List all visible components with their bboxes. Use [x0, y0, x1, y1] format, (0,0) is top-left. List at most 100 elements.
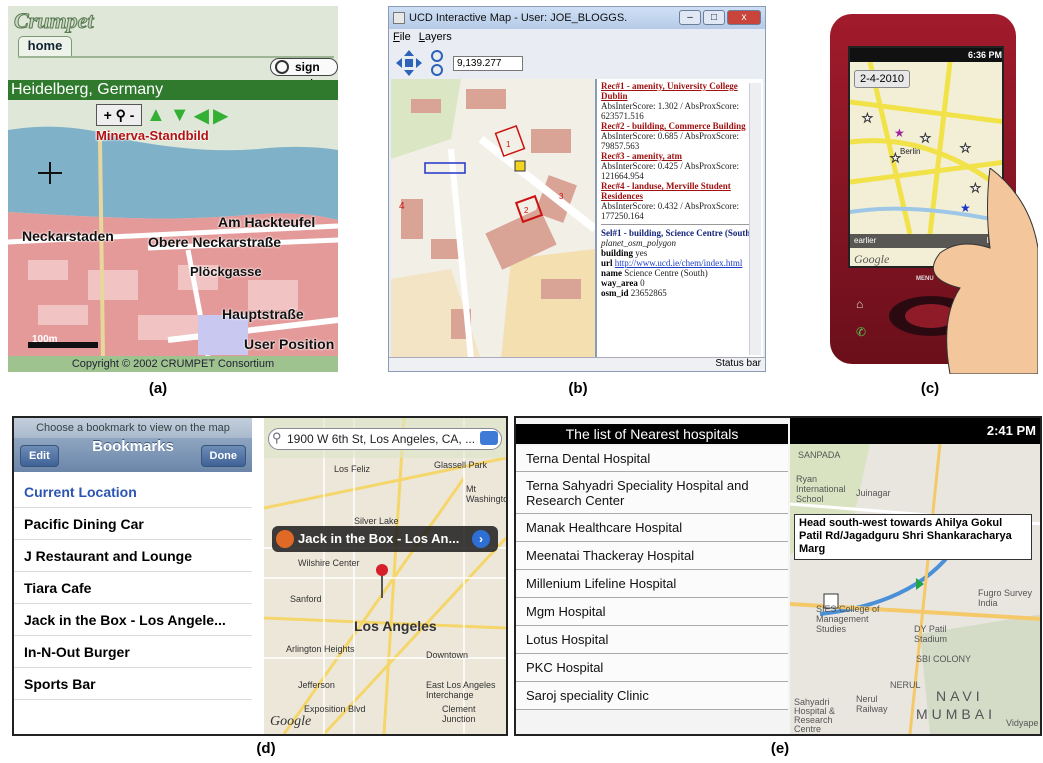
- list-item[interactable]: Sports Bar: [14, 668, 252, 700]
- map-label: Clement Junction: [442, 704, 476, 724]
- search-icon: ⚲: [272, 430, 282, 445]
- ucd-map-window: UCD Interactive Map - User: JOE_BLOGGS. …: [388, 6, 766, 372]
- window-title-bar: UCD Interactive Map - User: JOE_BLOGGS. …: [389, 7, 765, 29]
- maximize-button[interactable]: □: [703, 10, 725, 25]
- map-label: NAVI: [936, 688, 984, 704]
- list-item[interactable]: J Restaurant and Lounge: [14, 540, 252, 572]
- bookmark-list-screen: Choose a bookmark to view on the map Boo…: [14, 418, 252, 734]
- map-label: Downtown: [426, 650, 469, 660]
- map-label: Wilshire Center: [298, 558, 360, 568]
- direction-callout: Head south-west towards Ahilya Gokul Pat…: [794, 514, 1032, 560]
- nav-hint: Choose a bookmark to view on the map: [14, 418, 252, 438]
- phone-panel: 6:36 PM ★ ★ ★ ★ ★ ★ ★ Berlin 2-4-2010 earlier…: [820, 8, 1038, 374]
- edit-button[interactable]: Edit: [20, 445, 59, 467]
- svg-text:✆: ✆: [856, 325, 866, 339]
- google-logo: Google: [854, 252, 890, 266]
- hospital-item[interactable]: Lotus Hospital: [516, 626, 788, 654]
- map-callout[interactable]: Jack in the Box - Los An...: [272, 526, 498, 552]
- caption-d: (d): [256, 740, 276, 757]
- hospital-item[interactable]: PKC Hospital: [516, 654, 788, 682]
- hospital-item[interactable]: Saroj speciality Clinic: [516, 682, 788, 710]
- attr-way-area: way_area 0: [601, 278, 645, 288]
- record-link[interactable]: Rec#2 - building, Commerce Building: [601, 121, 759, 131]
- scale-input[interactable]: 9,139.277: [453, 56, 523, 71]
- record-score: AbsInterScore: 0.425 / AbsProxScore: 121…: [601, 161, 739, 181]
- map-label: MUMBAI: [916, 706, 996, 722]
- street-label: Plöckgasse: [190, 264, 262, 279]
- bookmarks-panel: Choose a bookmark to view on the map Boo…: [12, 416, 508, 736]
- caption-a: (a): [148, 380, 168, 397]
- map-label: Arlington Heights: [286, 644, 355, 654]
- earlier-label: earlier: [854, 236, 877, 245]
- poi-label: Minerva-Standbild: [96, 128, 209, 143]
- pan-right-icon[interactable]: ▶: [213, 103, 228, 128]
- list-item[interactable]: Current Location: [14, 476, 252, 508]
- hospital-item[interactable]: Manak Healthcare Hospital: [516, 514, 788, 542]
- map-nav-controls: + ⚲ - ▲ ▼ ◀ ▶: [96, 102, 228, 128]
- hand: [932, 168, 1038, 374]
- results-scrollbar[interactable]: [749, 83, 761, 355]
- map-label: Exposition Blvd: [304, 704, 366, 714]
- list-item[interactable]: Tiara Cafe: [14, 572, 252, 604]
- hospital-item[interactable]: Terna Dental Hospital: [516, 446, 788, 472]
- crumpet-panel: Crumpet home sign out Heidelberg, German…: [8, 6, 338, 372]
- zoom-control[interactable]: + ⚲ -: [96, 104, 142, 126]
- detail-disclosure-icon[interactable]: ›: [472, 530, 490, 548]
- url-link[interactable]: http://www.ucd.ie/chem/index.html: [615, 258, 743, 268]
- street-label: Am Hackteufel: [218, 214, 316, 230]
- attr-url: url http://www.ucd.ie/chem/index.html: [601, 258, 743, 268]
- svg-text:⌂: ⌂: [856, 297, 863, 311]
- map-label: Vidyape: [1006, 718, 1039, 728]
- city-label: Los Angeles: [354, 618, 437, 634]
- map-label: Jefferson: [298, 680, 335, 690]
- minimize-button[interactable]: –: [679, 10, 701, 25]
- menu-layers[interactable]: Layers: [419, 31, 452, 43]
- map-label: East Los Angeles Interchange: [426, 680, 496, 700]
- record-score: AbsInterScore: 1.302 / AbsProxScore: 623…: [601, 101, 739, 121]
- hospital-item[interactable]: Terna Sahyadri Speciality Hospital and R…: [516, 472, 788, 514]
- sign-out-button[interactable]: sign out: [270, 58, 338, 90]
- record-link[interactable]: Rec#4 - landuse, Merville Student Reside…: [601, 181, 759, 201]
- home-tab[interactable]: home: [18, 36, 72, 56]
- hospital-item[interactable]: Meenatai Thackeray Hospital: [516, 542, 788, 570]
- pan-left-icon[interactable]: ◀: [194, 103, 209, 128]
- list-item[interactable]: Pacific Dining Car: [14, 508, 252, 540]
- phone-status-bar: 2:41 PM: [790, 418, 1040, 444]
- record-link[interactable]: Rec#3 - amenity, atm: [601, 151, 759, 161]
- list-item[interactable]: Jack in the Box - Los Angele...: [14, 604, 252, 636]
- map-label: SANPADA: [798, 450, 841, 460]
- menu-file[interactable]: File: [393, 31, 411, 43]
- map-search-field[interactable]: 1900 W 6th St, Los Angeles, CA, ...: [268, 428, 502, 450]
- svg-text:★: ★: [894, 126, 905, 140]
- caption-c: (c): [920, 380, 940, 397]
- attr-name: name Science Centre (South): [601, 268, 708, 278]
- hospitals-panel: The list of Nearest hospitals Terna Dent…: [514, 416, 1042, 736]
- attr-osm-id: osm_id 23652865: [601, 288, 667, 298]
- phone-status-bar: 6:36 PM: [850, 48, 1002, 62]
- list-header: The list of Nearest hospitals: [516, 424, 788, 444]
- nav-bar: Bookmarks Edit Done: [14, 438, 252, 472]
- results-panel: Rec#1 - amenity, University College Dubl…: [595, 79, 763, 357]
- list-item[interactable]: In-N-Out Burger: [14, 636, 252, 668]
- hospital-item[interactable]: Millenium Lifeline Hospital: [516, 570, 788, 598]
- map-label: SIES College of Management Studies: [816, 604, 880, 634]
- close-button[interactable]: x: [727, 10, 761, 25]
- pan-up-icon[interactable]: ▲: [146, 104, 166, 127]
- map-label: Glassell Park: [434, 460, 488, 470]
- caption-b: (b): [568, 380, 588, 397]
- pan-zoom-toolbar[interactable]: [395, 49, 449, 77]
- person-icon: [276, 530, 294, 548]
- svg-text:★: ★: [862, 111, 873, 125]
- menu-bar: File Layers: [393, 31, 452, 43]
- status-text: Status bar: [715, 358, 761, 369]
- campus-map[interactable]: 1 2 3 4: [391, 79, 595, 359]
- pan-down-icon[interactable]: ▼: [170, 104, 190, 127]
- map-label: DY Patil Stadium: [914, 624, 948, 644]
- hospital-item[interactable]: Mgm Hospital: [516, 598, 788, 626]
- bookmarks-icon[interactable]: [480, 431, 498, 445]
- done-button[interactable]: Done: [200, 445, 246, 467]
- record-link[interactable]: Rec#1 - amenity, University College Dubl…: [601, 81, 759, 101]
- street-label: Neckarstaden: [22, 228, 114, 244]
- scale-label: 100m: [32, 334, 58, 345]
- selection-title: Sel#1 - building, Science Centre (South): [601, 228, 754, 238]
